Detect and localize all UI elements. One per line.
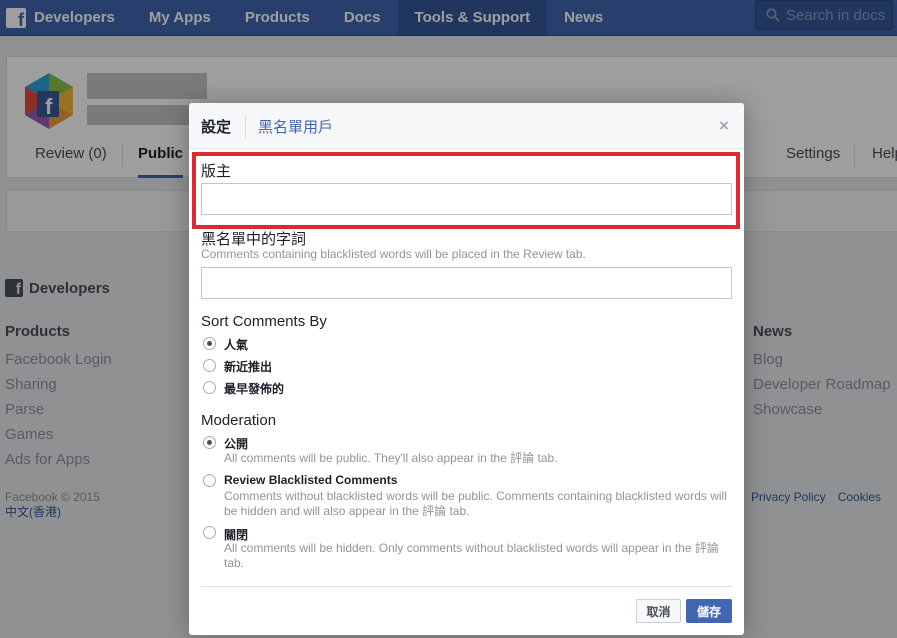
sort-option-label[interactable]: 新近推出 <box>224 358 272 375</box>
dialog-footer-divider <box>201 586 732 587</box>
moderators-input[interactable] <box>201 183 732 215</box>
moderation-label: Moderation <box>201 412 277 429</box>
sort-radio-popular[interactable] <box>203 337 216 350</box>
moderation-radio-public[interactable] <box>203 436 216 449</box>
moderation-radio-review-blacklisted[interactable] <box>203 474 216 487</box>
sort-radio-oldest[interactable] <box>203 381 216 394</box>
blacklist-words-input[interactable] <box>201 267 732 299</box>
moderation-option-desc: All comments will be hidden. Only commen… <box>224 541 719 570</box>
moderation-option-label[interactable]: Review Blacklisted Comments <box>224 473 397 487</box>
cancel-button[interactable]: 取消 <box>636 599 681 623</box>
blacklist-words-hint: Comments containing blacklisted words wi… <box>201 247 586 261</box>
moderation-option-label[interactable]: 公開 <box>224 435 248 452</box>
sort-option-label[interactable]: 人氣 <box>224 336 248 353</box>
dialog-tab-settings[interactable]: 設定 <box>201 116 231 137</box>
moderation-radio-off[interactable] <box>203 526 216 539</box>
dialog-header: 設定 黑名單用戶 × <box>189 103 744 149</box>
moderation-option-desc: All comments will be public. They'll als… <box>224 451 558 465</box>
dialog-tab-blacklisted-users[interactable]: 黑名單用戶 <box>258 116 333 137</box>
blacklist-words-label: 黑名單中的字詞 <box>201 231 307 248</box>
sort-option-label[interactable]: 最早發佈的 <box>224 380 284 397</box>
moderators-label: 版主 <box>201 163 232 180</box>
close-icon[interactable]: × <box>719 116 729 136</box>
moderation-option-desc: Comments without blacklisted words will … <box>224 489 727 518</box>
comment-settings-dialog: 設定 黑名單用戶 × 版主 黑名單中的字詞 Comments containin… <box>189 103 744 635</box>
sort-comments-label: Sort Comments By <box>201 313 327 330</box>
dialog-tab-divider <box>245 114 246 138</box>
save-button[interactable]: 儲存 <box>686 599 732 623</box>
sort-radio-newest[interactable] <box>203 359 216 372</box>
